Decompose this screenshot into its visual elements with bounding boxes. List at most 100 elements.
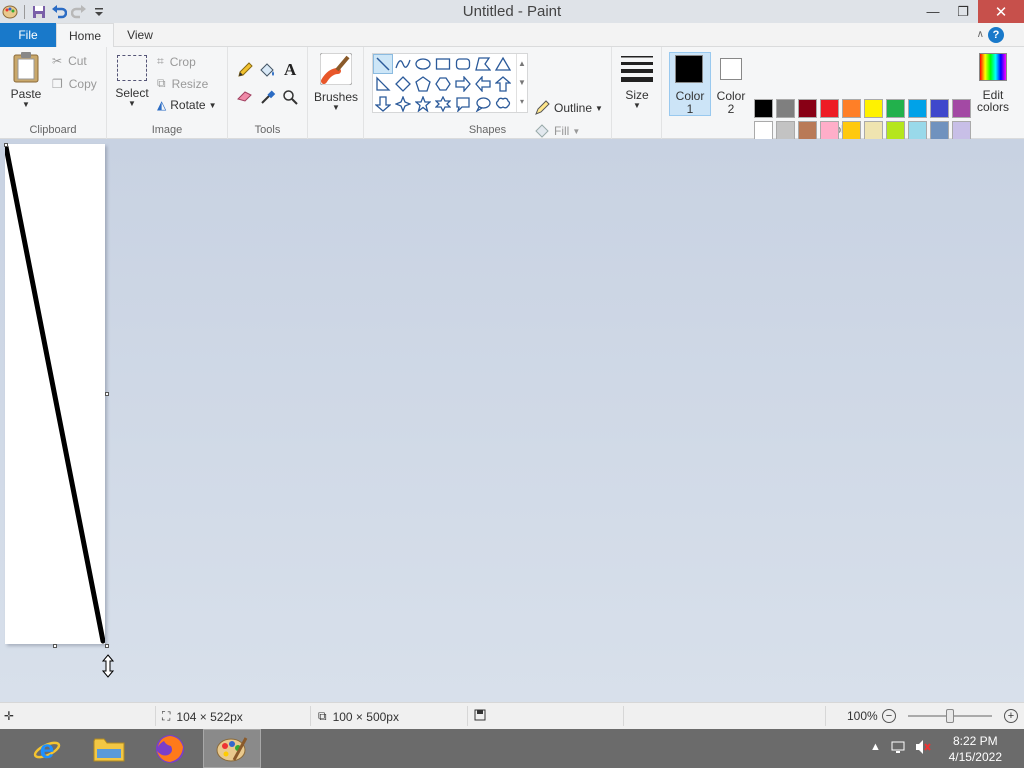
hexagon-shape[interactable] bbox=[433, 74, 453, 94]
palette-swatch[interactable] bbox=[754, 99, 773, 118]
edit-colors-button[interactable]: Edit colors bbox=[977, 53, 1009, 123]
five-point-star-shape[interactable] bbox=[413, 94, 433, 114]
palette-swatch[interactable] bbox=[952, 121, 971, 140]
zoom-out-button[interactable]: − bbox=[882, 709, 896, 723]
palette-swatch[interactable] bbox=[908, 99, 927, 118]
magnifier-tool[interactable] bbox=[282, 89, 298, 105]
tab-view[interactable]: View bbox=[114, 23, 166, 47]
color-picker-tool[interactable] bbox=[260, 89, 276, 105]
palette-swatch[interactable] bbox=[886, 99, 905, 118]
size-button[interactable]: Size ▼ bbox=[619, 54, 655, 114]
tab-file[interactable]: File bbox=[0, 23, 56, 47]
collapse-ribbon-icon[interactable]: ∧ bbox=[977, 29, 984, 40]
resize-button[interactable]: ⧉ Resize bbox=[157, 76, 208, 91]
pentagon-shape[interactable] bbox=[413, 74, 433, 94]
curve-shape[interactable] bbox=[393, 54, 413, 74]
up-arrow-icon bbox=[495, 76, 511, 92]
zoom-slider-thumb[interactable] bbox=[946, 709, 954, 723]
line-shape[interactable] bbox=[373, 54, 393, 74]
palette-swatch[interactable] bbox=[864, 99, 883, 118]
firefox-taskbar-button[interactable] bbox=[141, 729, 199, 768]
palette-swatch[interactable] bbox=[842, 99, 861, 118]
paste-button[interactable]: Paste ▼ bbox=[8, 51, 44, 111]
palette-swatch[interactable] bbox=[776, 121, 795, 140]
color-2-label[interactable]: Color 2 bbox=[712, 90, 750, 116]
brushes-button[interactable]: Brushes ▼ bbox=[314, 53, 358, 113]
close-button[interactable]: ✕ bbox=[978, 0, 1024, 23]
curve-icon bbox=[395, 59, 411, 69]
scroll-down-icon[interactable]: ▼ bbox=[517, 73, 527, 92]
cut-button[interactable]: ✂ Cut bbox=[52, 54, 87, 68]
rounded-callout-shape[interactable] bbox=[453, 94, 473, 114]
palette-swatch[interactable] bbox=[754, 121, 773, 140]
palette-swatch[interactable] bbox=[886, 121, 905, 140]
fill-button[interactable]: Fill ▼ bbox=[534, 123, 580, 139]
oval-callout-shape[interactable] bbox=[473, 94, 493, 114]
gallery-scrollbar[interactable]: ▲ ▼ ▾ bbox=[516, 54, 527, 112]
canvas-size: ⧉ 100 × 500px bbox=[318, 709, 399, 724]
palette-swatch[interactable] bbox=[930, 121, 949, 140]
minimize-button[interactable]: — bbox=[918, 0, 948, 23]
copy-icon: ❐ bbox=[52, 77, 63, 91]
scroll-up-icon[interactable]: ▲ bbox=[517, 54, 527, 73]
polygon-shape[interactable] bbox=[473, 54, 493, 74]
palette-swatch[interactable] bbox=[908, 121, 927, 140]
network-icon[interactable] bbox=[890, 739, 906, 758]
palette-swatch[interactable] bbox=[864, 121, 883, 140]
rounded-rectangle-shape[interactable] bbox=[453, 54, 473, 74]
right-triangle-shape[interactable] bbox=[373, 74, 393, 94]
volume-muted-icon[interactable] bbox=[914, 739, 932, 758]
system-clock[interactable]: 8:22 PM 4/15/2022 bbox=[949, 733, 1002, 765]
diamond-shape[interactable] bbox=[393, 74, 413, 94]
up-arrow-shape[interactable] bbox=[493, 74, 513, 94]
resize-handle-right[interactable] bbox=[105, 392, 109, 396]
rotate-button[interactable]: ◭ Rotate ▼ bbox=[157, 98, 217, 112]
right-arrow-icon bbox=[455, 76, 471, 92]
cloud-callout-shape[interactable] bbox=[493, 94, 513, 114]
chevron-down-icon: ▼ bbox=[633, 101, 641, 110]
line-start-handle[interactable] bbox=[4, 143, 8, 147]
outline-button[interactable]: Outline ▼ bbox=[534, 100, 603, 116]
color-2-swatch[interactable] bbox=[720, 58, 742, 80]
eraser-tool[interactable] bbox=[236, 89, 254, 103]
drawing-canvas[interactable] bbox=[3, 144, 106, 644]
six-point-star-shape[interactable] bbox=[433, 94, 453, 114]
resize-handle-bottom[interactable] bbox=[53, 644, 57, 648]
canvas-workspace[interactable] bbox=[0, 139, 1024, 702]
fill-icon bbox=[535, 124, 549, 138]
pencil-tool[interactable] bbox=[236, 61, 254, 79]
text-tool[interactable]: A bbox=[284, 60, 296, 80]
gallery-expand-icon[interactable]: ▾ bbox=[517, 92, 527, 111]
fill-tool[interactable] bbox=[258, 61, 276, 79]
rectangle-shape[interactable] bbox=[433, 54, 453, 74]
copy-button[interactable]: ❐ Copy bbox=[52, 77, 97, 91]
crop-button[interactable]: ⌗ Crop bbox=[157, 54, 196, 69]
palette-swatch[interactable] bbox=[776, 99, 795, 118]
palette-swatch[interactable] bbox=[820, 99, 839, 118]
paint-taskbar-button[interactable] bbox=[203, 729, 261, 768]
tab-home[interactable]: Home bbox=[56, 23, 114, 48]
palette-swatch[interactable] bbox=[798, 99, 817, 118]
palette-swatch[interactable] bbox=[842, 121, 861, 140]
select-button[interactable]: Select ▼ bbox=[115, 55, 149, 113]
show-hidden-icons-icon[interactable]: ▲ bbox=[870, 741, 881, 753]
magnifier-icon bbox=[283, 90, 298, 105]
resize-handle-corner[interactable] bbox=[105, 644, 109, 648]
restore-button[interactable]: ❐ bbox=[948, 0, 978, 23]
palette-swatch[interactable] bbox=[798, 121, 817, 140]
palette-swatch[interactable] bbox=[952, 99, 971, 118]
four-point-star-shape[interactable] bbox=[393, 94, 413, 114]
polygon-icon bbox=[475, 57, 491, 71]
zoom-in-button[interactable]: + bbox=[1004, 709, 1018, 723]
help-icon[interactable]: ? bbox=[988, 27, 1004, 43]
window-controls: — ❐ ✕ bbox=[918, 0, 1024, 23]
down-arrow-shape[interactable] bbox=[373, 94, 393, 114]
internet-explorer-taskbar-button[interactable]: e bbox=[18, 729, 76, 768]
file-explorer-taskbar-button[interactable] bbox=[80, 729, 138, 768]
triangle-shape[interactable] bbox=[493, 54, 513, 74]
oval-shape[interactable] bbox=[413, 54, 433, 74]
left-arrow-shape[interactable] bbox=[473, 74, 493, 94]
palette-swatch[interactable] bbox=[930, 99, 949, 118]
palette-swatch[interactable] bbox=[820, 121, 839, 140]
right-arrow-shape[interactable] bbox=[453, 74, 473, 94]
